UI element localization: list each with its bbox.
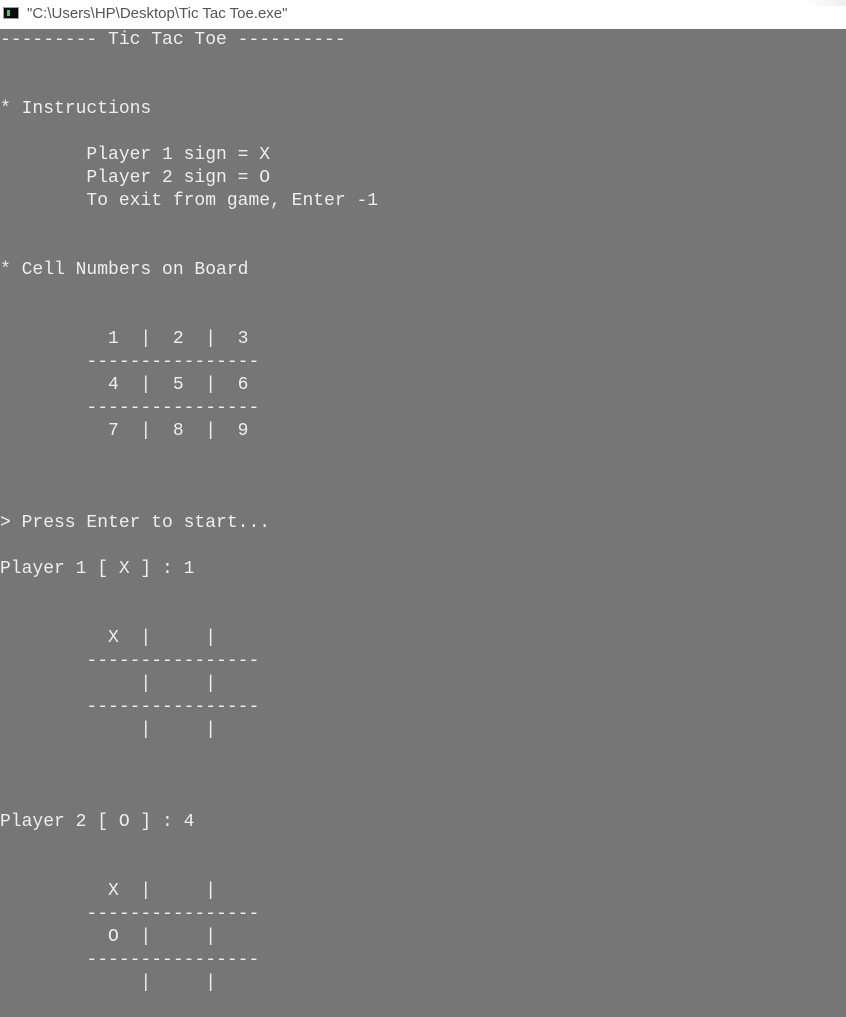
instructions-heading: * Instructions <box>0 99 152 119</box>
turn-2-board-row-1: X | | <box>0 881 217 901</box>
start-prompt: > Press Enter to start... <box>0 513 271 533</box>
cell-numbers-row-2: 4 | 5 | 6 <box>0 375 249 395</box>
cell-numbers-row-1: 1 | 2 | 3 <box>0 329 249 349</box>
cell-numbers-separator-2: ---------------- <box>0 398 260 418</box>
instruction-player1-sign: Player 1 sign = X <box>0 145 271 165</box>
window-title: "C:\Users\HP\Desktop\Tic Tac Toe.exe" <box>27 5 288 22</box>
turn-1-board-separator-2: ---------------- <box>0 697 260 717</box>
turn-2-board-separator-2: ---------------- <box>0 950 260 970</box>
turn-1-board-row-1: X | | <box>0 628 217 648</box>
turn-2-label: Player 2 [ O ] : 4 <box>0 812 195 832</box>
console-output: --------- Tic Tac Toe ---------- * Instr… <box>0 29 846 1017</box>
turn-1-board-separator-1: ---------------- <box>0 651 260 671</box>
instruction-exit-hint: To exit from game, Enter -1 <box>0 191 379 211</box>
game-header: --------- Tic Tac Toe ---------- <box>0 30 346 50</box>
turn-1-board-row-2: | | <box>0 674 217 694</box>
cell-numbers-separator-1: ---------------- <box>0 352 260 372</box>
turn-2-board-row-3: | | <box>0 973 217 993</box>
cell-numbers-heading: * Cell Numbers on Board <box>0 260 249 280</box>
titlebar-edge <box>806 0 846 6</box>
turn-2-board-separator-1: ---------------- <box>0 904 260 924</box>
turn-2-board-row-2: O | | <box>0 927 217 947</box>
turn-1-label: Player 1 [ X ] : 1 <box>0 559 195 579</box>
turn-1-board-row-3: | | <box>0 720 217 740</box>
window-titlebar[interactable]: "C:\Users\HP\Desktop\Tic Tac Toe.exe" <box>0 0 846 29</box>
cell-numbers-row-3: 7 | 8 | 9 <box>0 421 249 441</box>
instruction-player2-sign: Player 2 sign = O <box>0 168 271 188</box>
console-app-icon <box>3 7 19 19</box>
